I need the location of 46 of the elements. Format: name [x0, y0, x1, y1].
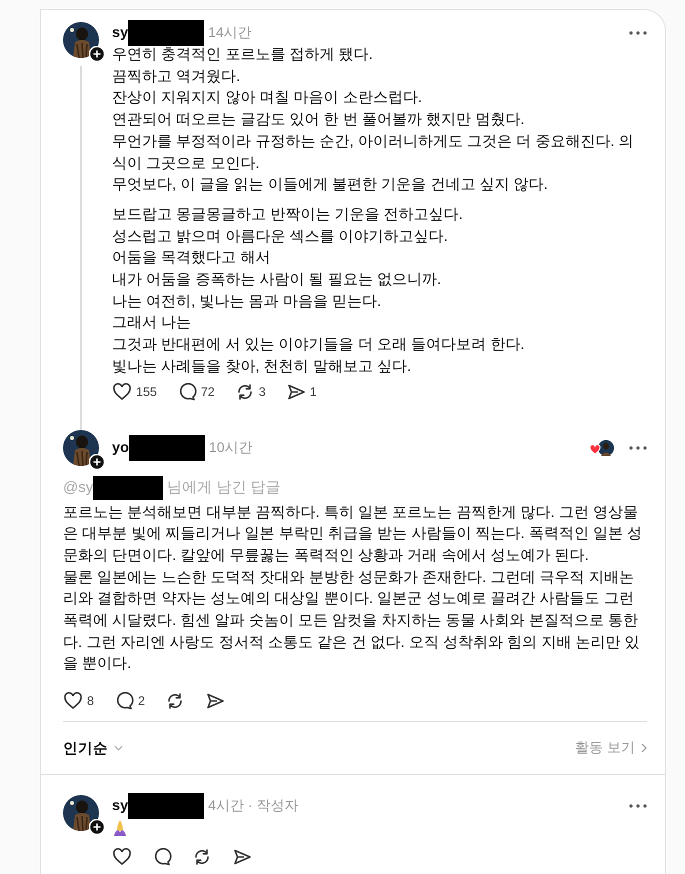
send-icon[interactable]: [286, 382, 306, 402]
repost-icon[interactable]: [192, 847, 212, 868]
post-text: 끔찍하고 역겨웠다.: [112, 66, 242, 87]
action-count: 3: [258, 384, 266, 399]
post-time: 10시간: [208, 438, 252, 457]
post-text: 포르노는 분석해보면 대부분 끔찍하다. 특히 일본 포르노는 끔찍한게 많다. 그런 영상물은 대부분 빛에 찌들리거나 일본 부락민 취급을 받는 사람들이 찍는다. 폭력적인 일본 성문화의 단면이다. 칼앞에 무릎꿇는 폭력적인 상황과 거래 속에서 성노예가 된다.: [63, 502, 644, 566]
post-text: 무언가를 부정적이라 규정하는 순간, 아이러니하게도 그것은 더 중요해진다. 의식이 그곳으로 모인다.: [112, 132, 635, 174]
post-text: 내가 어둠을 증폭하는 사람이 될 필요는 없으니까.: [112, 270, 442, 290]
post-text: 우연히 충격적인 포르노를 접하게 됐다.: [112, 45, 374, 65]
send-icon[interactable]: [204, 691, 225, 712]
sort-dropdown[interactable]: 인기순: [63, 738, 123, 758]
post-text: 빛나는 사례들을 찾아, 천천히 말해보고 싶다.: [112, 356, 412, 377]
speech-bubble-icon[interactable]: [152, 847, 172, 868]
chevron-down-icon: [114, 745, 123, 752]
heart-icon[interactable]: [112, 382, 132, 402]
post-text: 성스럽고 밝으며 아름다운 섹스를 이야기하고싶다.: [112, 226, 449, 247]
post-text: 어둠을 목격했다고 해서: [112, 248, 272, 268]
action-count: 72: [200, 384, 215, 399]
action-count: 1: [310, 384, 317, 399]
post-text: 연관되어 떠오르는 글감도 있어 한 번 풀어볼까 했지만 멈췄다.: [112, 110, 526, 130]
chevron-right-icon: [641, 743, 647, 754]
action-count: 2: [138, 694, 145, 708]
post-text: 나는 여전히, 빛나는 몸과 마음을 믿는다.: [112, 292, 382, 312]
follow-icon[interactable]: [89, 454, 105, 470]
follow-icon[interactable]: [89, 819, 105, 836]
more-icon[interactable]: [629, 31, 647, 35]
heart-icon[interactable]: [112, 847, 132, 868]
post-text: 그것과 반대편에 서 있는 이야기들을 더 오래 들여다보려 한다.: [112, 335, 526, 356]
post-time: 4시간 · 작성자: [208, 797, 298, 816]
post-text: 보드랍고 몽글몽글하고 반짝이는 기운을 전하고싶다.: [112, 204, 464, 225]
post-text: 물론 일본에는 느슨한 도덕적 잣대와 분방한 성문화가 존재한다. 그런데 극우적 지배논리와 결합하면 약자는 성노예의 대상일 뿐이다. 일본군 성노예로 끌려간 사람들도 그런 폭력에 시달렸다. 힘센 알파 숫놈이 모든 암컷을 차지하는 동물 사회와 본질적으로 통한다. 그런 자리엔 사랑도 정서적 소통도 같은 건 없다. 오직 성착취와 힘의 지배 논리만 있을 뿐이다.: [63, 568, 641, 674]
more-icon[interactable]: [629, 446, 647, 450]
post-time: 14시간: [208, 24, 252, 42]
more-icon[interactable]: [629, 804, 647, 808]
heart-icon[interactable]: [63, 691, 83, 712]
action-count: 8: [87, 694, 94, 708]
username[interactable]: sy: [112, 25, 128, 41]
username[interactable]: yo: [112, 440, 129, 456]
reply-to-label: 님에게 남긴 답글: [167, 478, 281, 498]
post-text: 무엇보다, 이 글을 읽는 이들에게 불편한 기운을 건네고 싶지 않다.: [112, 175, 549, 196]
follow-icon[interactable]: [89, 46, 105, 62]
username[interactable]: sy: [112, 798, 128, 814]
send-icon[interactable]: [232, 847, 252, 868]
post-text: 잔상이 지워지지 않아 며칠 마음이 소란스럽다.: [112, 88, 424, 108]
action-count: 155: [136, 384, 157, 399]
post-text: 그래서 나는: [112, 313, 192, 334]
